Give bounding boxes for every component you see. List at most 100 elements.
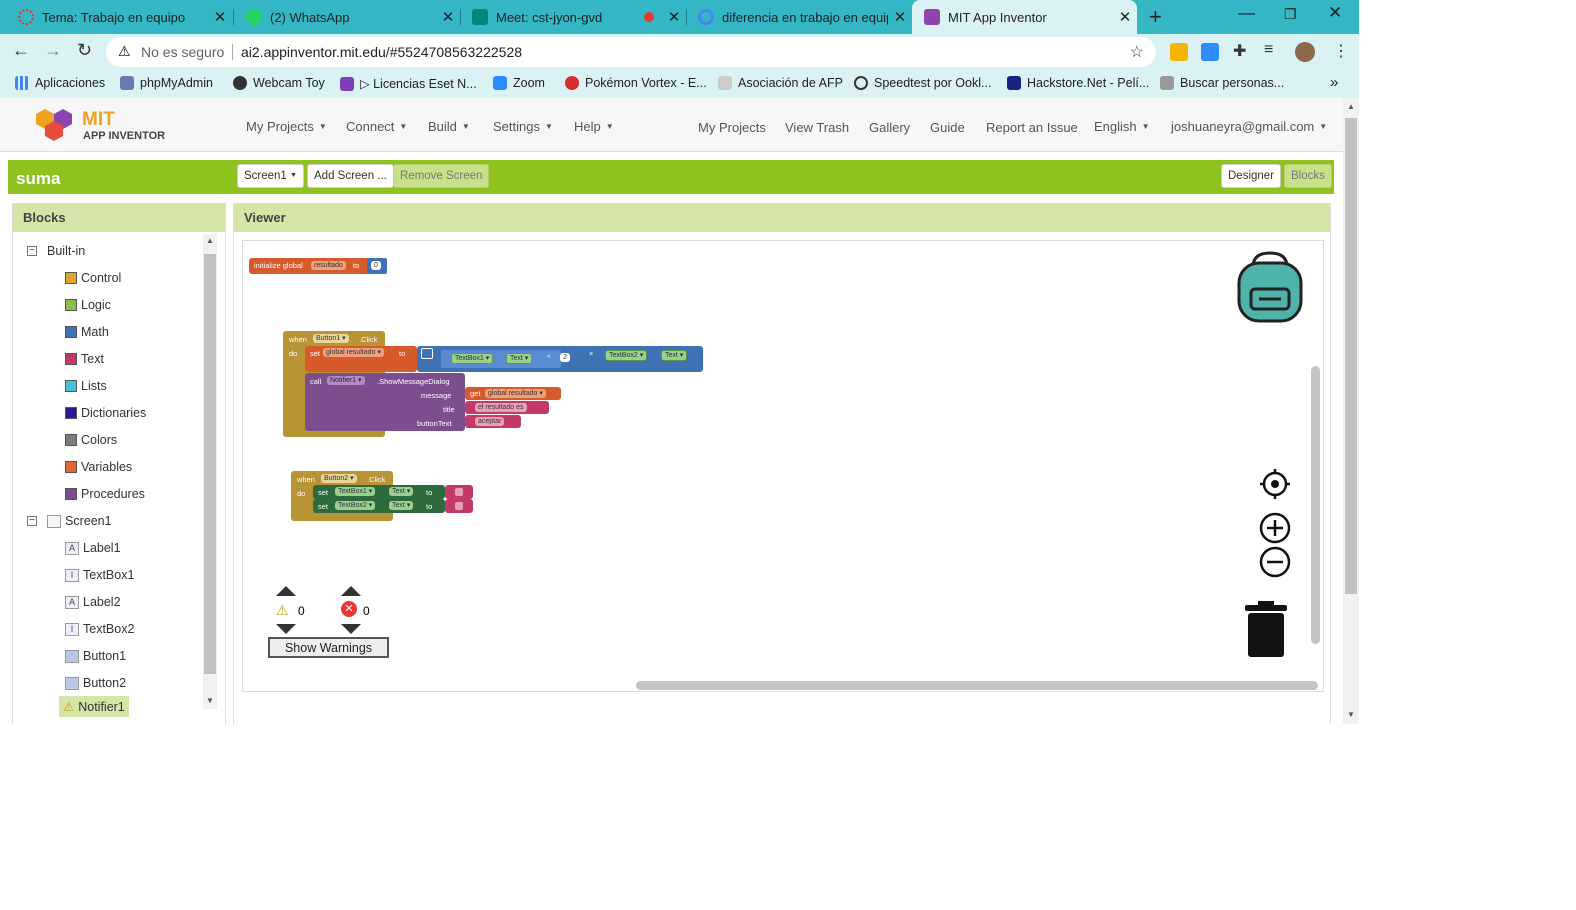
set-global-block[interactable]: set global resultado ▾ to [305,346,417,372]
category-colors[interactable]: Colors [65,433,117,447]
tab-whatsapp[interactable]: (2) WhatsApp ✕ [228,0,460,34]
tree-builtin[interactable]: − Built-in [27,244,85,258]
bookmark-pokemon[interactable]: Pokémon Vortex - E... [565,76,707,90]
bookmark-hackstore[interactable]: Hackstore.Net - Pelí... [1007,76,1149,90]
number-field[interactable]: 0 [371,261,381,270]
scroll-thumb[interactable] [1345,118,1357,594]
text-title-block[interactable]: el resultado es [465,401,549,414]
menu-settings[interactable]: Settings ▼ [493,119,553,134]
component-notifier1[interactable]: ⚠ Notifier1 [59,696,129,717]
property-dropdown[interactable]: Text ▾ [389,487,414,496]
menu-connect[interactable]: Connect ▼ [346,119,407,134]
set-textbox1-block[interactable]: set TextBox1 ▾ Text ▾ to [313,485,445,499]
close-window-button[interactable]: ✕ [1328,3,1342,23]
component-button1[interactable]: Button1 [65,649,126,663]
kebab-menu-icon[interactable]: ⋮ [1333,41,1349,61]
collapse-icon[interactable]: − [27,246,37,256]
link-guide[interactable]: Guide [930,120,965,135]
empty-text-block[interactable] [445,499,473,513]
bookmark-afp[interactable]: Asociación de AFP [718,76,843,90]
menu-language[interactable]: English ▼ [1094,119,1150,134]
forward-button[interactable]: → [44,40,62,61]
menu-build[interactable]: Build ▼ [428,119,470,134]
set-textbox2-block[interactable]: set TextBox2 ▾ Text ▾ to [313,499,445,513]
component-label1[interactable]: A Label1 [65,541,121,555]
category-text[interactable]: Text [65,352,104,366]
category-control[interactable]: Control [65,271,121,285]
tab-app-inventor[interactable]: MIT App Inventor ✕ [912,0,1137,34]
text-field[interactable]: el resultado es [475,403,527,412]
bookmark-phpmyadmin[interactable]: phpMyAdmin [120,76,213,90]
bookmark-eset[interactable]: ▷ Licencias Eset N... [340,76,477,91]
scroll-thumb[interactable] [204,254,216,674]
media-icon[interactable]: ≡ [1264,41,1273,59]
page-scrollbar[interactable]: ▲ ▼ [1343,98,1359,724]
property-dropdown[interactable]: Text ▾ [661,350,688,361]
menu-my-projects[interactable]: My Projects ▼ [246,119,327,134]
workspace-vscroll[interactable] [1311,366,1320,644]
property-dropdown[interactable]: Text ▾ [506,353,533,364]
category-math[interactable]: Math [65,325,109,339]
scroll-up-icon[interactable]: ▲ [206,236,214,245]
bookmark-speedtest[interactable]: Speedtest por Ookl... [854,76,991,90]
component-label2[interactable]: A Label2 [65,595,121,609]
scroll-down-icon[interactable]: ▼ [1347,710,1355,719]
component-textbox1[interactable]: I TextBox1 [65,568,134,582]
scroll-up-icon[interactable]: ▲ [1347,102,1355,111]
category-variables[interactable]: Variables [65,460,132,474]
tab-google-search[interactable]: diferencia en trabajo en equipo ✕ [680,0,912,34]
blocks-workspace[interactable]: initialize global resultado to 0 when Bu… [242,240,1324,692]
minimize-button[interactable]: — [1238,3,1255,23]
remove-screen-button[interactable]: Remove Screen [393,164,490,188]
back-button[interactable]: ← [12,40,30,61]
prev-error-icon[interactable] [341,586,361,596]
app-inventor-logo[interactable]: MIT APP INVENTOR [36,106,166,146]
link-gallery[interactable]: Gallery [869,120,910,135]
math-multiply-block[interactable]: TextBox1 ▾ Text ▾ ^ 2 × TextBox2 ▾ Text … [417,346,703,372]
restore-button[interactable]: ❐ [1284,6,1297,23]
bookmark-apps[interactable]: Aplicaciones [15,76,105,90]
reload-button[interactable]: ↻ [77,40,92,61]
prev-warning-icon[interactable] [276,586,296,596]
component-dropdown[interactable]: Button1 ▾ [313,334,349,343]
puzzle-icon[interactable]: ✚ [1233,41,1246,61]
variable-dropdown[interactable]: global resultado ▾ [485,389,546,398]
component-dropdown[interactable]: TextBox1 ▾ [335,487,376,496]
menu-help[interactable]: Help ▼ [574,119,614,134]
link-report-issue[interactable]: Report an Issue [986,120,1078,135]
component-textbox2[interactable]: I TextBox2 [65,622,134,636]
var-name-field[interactable]: resultado [311,261,346,270]
show-warnings-button[interactable]: Show Warnings [268,637,389,658]
empty-text-block[interactable] [445,485,473,499]
category-dictionaries[interactable]: Dictionaries [65,406,146,420]
textbox-getter[interactable]: TextBox1 ▾ [451,353,494,364]
category-lists[interactable]: Lists [65,379,107,393]
tree-screen1[interactable]: − Screen1 [27,514,112,528]
text-field[interactable]: aceptar [475,417,505,426]
extension-icon[interactable] [1170,43,1188,61]
scroll-down-icon[interactable]: ▼ [206,696,214,705]
get-global-block[interactable]: get global resultado ▾ [465,387,561,400]
variable-dropdown[interactable]: global resultado ▾ [323,348,384,357]
recenter-icon[interactable] [1259,468,1291,500]
close-icon[interactable]: ✕ [888,8,912,26]
number-field[interactable]: 2 [560,353,570,362]
component-button2[interactable]: Button2 [65,676,126,690]
close-icon[interactable]: ✕ [1113,8,1137,26]
screen-select[interactable]: Screen1 ▼ [237,164,304,188]
blocks-button[interactable]: Blocks [1284,164,1332,188]
designer-button[interactable]: Designer [1221,164,1282,188]
category-procedures[interactable]: Procedures [65,487,145,501]
more-bookmarks-icon[interactable]: » [1330,74,1338,91]
collapse-icon[interactable]: − [27,516,37,526]
new-tab-button[interactable]: + [1149,4,1162,30]
zoom-extension-icon[interactable] [1201,43,1219,61]
bookmark-zoom[interactable]: Zoom [493,76,545,90]
blocks-scrollbar[interactable]: ▲ ▼ [203,234,217,709]
show-message-dialog-block[interactable]: call Notifier1 ▾ .ShowMessageDialog mess… [305,373,465,431]
bookmark-webcam-toy[interactable]: Webcam Toy [233,76,325,90]
star-icon[interactable]: ☆ [1130,42,1144,62]
zoom-in-icon[interactable] [1258,511,1292,545]
address-bar[interactable]: ⚠ No es seguro ai2.appinventor.mit.edu/#… [106,37,1156,67]
next-warning-icon[interactable] [276,624,296,634]
